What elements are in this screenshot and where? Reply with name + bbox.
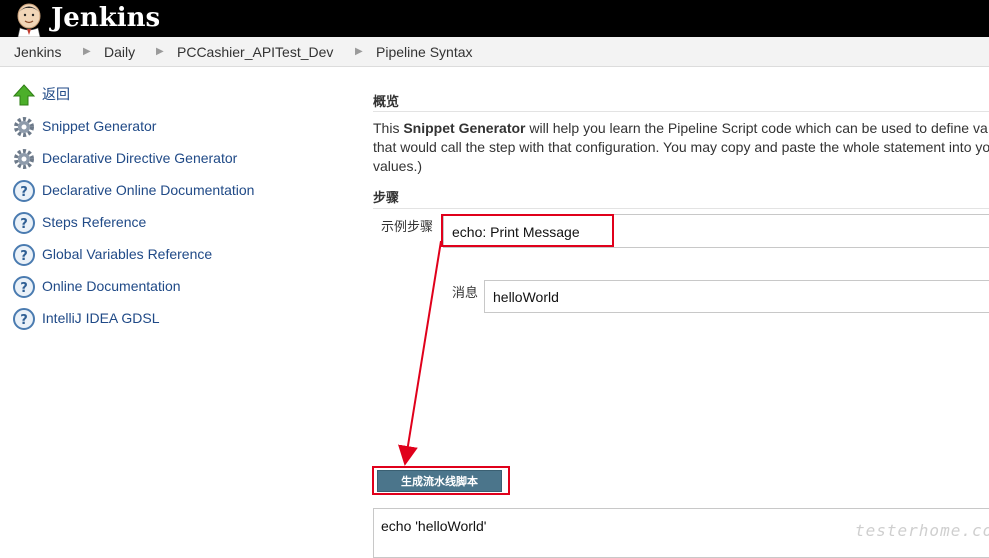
overview-title: 概览 xyxy=(373,94,400,109)
sidebar-item-label: IntelliJ IDEA GDSL xyxy=(42,310,160,326)
jenkins-logo-icon[interactable] xyxy=(12,1,46,37)
highlight-box xyxy=(441,214,614,247)
gear-icon xyxy=(14,117,34,137)
breadcrumb-separator-icon: ▶ xyxy=(355,46,363,57)
divider xyxy=(373,208,989,209)
up-arrow-icon xyxy=(12,84,36,106)
message-value: helloWorld xyxy=(493,289,559,305)
generate-pipeline-script-button[interactable]: 生成流水线脚本 xyxy=(377,470,502,492)
svg-text:?: ? xyxy=(20,185,28,200)
svg-text:?: ? xyxy=(20,281,28,296)
sidebar-item-declarative-directive-generator[interactable]: Declarative Directive Generator xyxy=(12,147,332,171)
gear-icon xyxy=(14,149,34,169)
breadcrumb-separator-icon: ▶ xyxy=(83,46,91,57)
sidebar-item-label: Declarative Directive Generator xyxy=(42,150,238,166)
sidebar-item-global-variables-reference[interactable]: ? Global Variables Reference xyxy=(12,243,332,267)
sample-step-label: 示例步骤 xyxy=(381,219,434,234)
sidebar-item-label: Declarative Online Documentation xyxy=(42,182,255,198)
top-header: Jenkins xyxy=(0,0,989,37)
sidebar-item-label: 返回 xyxy=(42,86,70,102)
brand-name[interactable]: Jenkins xyxy=(51,2,160,34)
overview-intro: This xyxy=(373,120,404,136)
sidebar-item-snippet-generator[interactable]: Snippet Generator xyxy=(12,115,332,139)
breadcrumb-item-daily[interactable]: Daily xyxy=(104,44,135,60)
divider xyxy=(373,111,989,112)
help-icon: ? xyxy=(13,180,35,202)
sidebar-item-steps-reference[interactable]: ? Steps Reference xyxy=(12,211,332,235)
breadcrumb: Jenkins ▶ Daily ▶ PCCashier_APITest_Dev … xyxy=(0,37,989,67)
sidebar-item-back[interactable]: 返回 xyxy=(12,83,332,107)
sidebar-item-intellij-idea-gdsl[interactable]: ? IntelliJ IDEA GDSL xyxy=(12,307,332,331)
breadcrumb-item-job[interactable]: PCCashier_APITest_Dev xyxy=(177,44,333,60)
sidebar-item-declarative-online-documentation[interactable]: ? Declarative Online Documentation xyxy=(12,179,332,203)
help-icon: ? xyxy=(13,276,35,298)
help-icon: ? xyxy=(13,244,35,266)
script-output-text: echo 'helloWorld' xyxy=(381,518,487,534)
breadcrumb-item-pipeline-syntax[interactable]: Pipeline Syntax xyxy=(376,44,473,60)
svg-text:?: ? xyxy=(20,313,28,328)
help-icon: ? xyxy=(13,212,35,234)
overview-line-2: that would call the step with that confi… xyxy=(373,139,989,155)
sidebar-item-label: Snippet Generator xyxy=(42,118,157,134)
overview-snippet-generator: Snippet Generator xyxy=(403,120,526,136)
svg-text:?: ? xyxy=(20,217,28,232)
overview-line-3: values.) xyxy=(373,158,423,174)
overview-description: This Snippet Generator will help you lea… xyxy=(373,119,989,176)
svg-text:?: ? xyxy=(20,249,28,264)
breadcrumb-separator-icon: ▶ xyxy=(156,46,164,57)
sidebar-item-label: Steps Reference xyxy=(42,214,147,230)
steps-title: 步骤 xyxy=(373,190,400,205)
sidebar-item-label: Online Documentation xyxy=(42,278,181,294)
help-icon: ? xyxy=(13,308,35,330)
message-input[interactable]: helloWorld xyxy=(484,280,989,313)
message-label: 消息 xyxy=(452,285,479,300)
sidebar-item-online-documentation[interactable]: ? Online Documentation xyxy=(12,275,332,299)
watermark-text: testerhome.com xyxy=(855,521,989,540)
overview-rest: will help you learn the Pipeline Script … xyxy=(525,120,988,136)
breadcrumb-item-jenkins[interactable]: Jenkins xyxy=(14,44,61,60)
sidebar-item-label: Global Variables Reference xyxy=(42,246,213,262)
